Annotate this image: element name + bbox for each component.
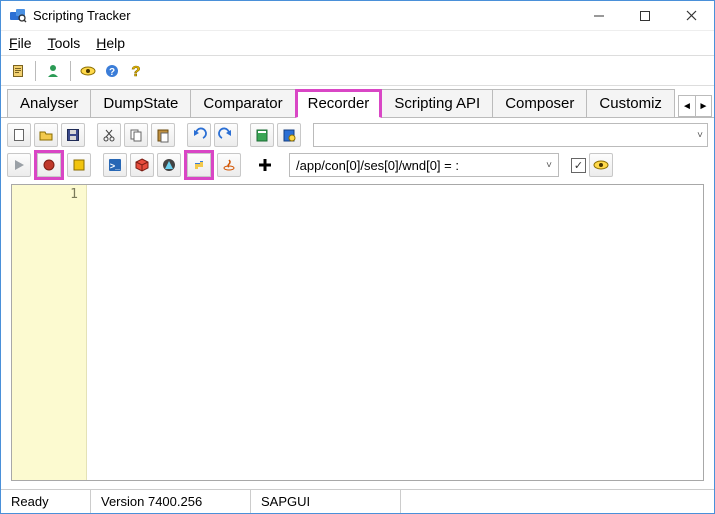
- app-icon: [9, 7, 27, 25]
- separator: [35, 61, 36, 81]
- window-controls: [576, 1, 714, 31]
- tab-comparator[interactable]: Comparator: [190, 89, 295, 117]
- eye-icon[interactable]: [589, 153, 613, 177]
- eye-icon[interactable]: [77, 60, 99, 82]
- cube-icon[interactable]: [130, 153, 154, 177]
- status-state: Ready: [1, 490, 91, 513]
- svg-text:?: ?: [131, 63, 140, 79]
- book-blue-icon[interactable]: [277, 123, 301, 147]
- editor[interactable]: [87, 185, 703, 480]
- tab-scripting-api[interactable]: Scripting API: [381, 89, 493, 117]
- chevron-down-icon: ˅: [546, 160, 552, 171]
- book-green-icon[interactable]: [250, 123, 274, 147]
- window-title: Scripting Tracker: [33, 8, 131, 23]
- svg-text:?: ?: [109, 67, 115, 78]
- top-toolbar: ? ?: [1, 56, 714, 86]
- tab-dumpstate[interactable]: DumpState: [90, 89, 191, 117]
- tab-scroll: ◄ ►: [678, 95, 712, 117]
- play-icon[interactable]: [7, 153, 31, 177]
- status-gui: SAPGUI: [251, 490, 401, 513]
- menu-help[interactable]: Help: [94, 33, 127, 53]
- recorder-toolbars: ˅ >_ /app/con[0]/ses[0]/wnd[0] = : ˅ ✓: [1, 118, 714, 178]
- tabbar: Analyser DumpState Comparator Recorder S…: [1, 86, 714, 118]
- menubar: File Tools Help: [1, 31, 714, 56]
- editor-area: 1: [11, 184, 704, 481]
- statusbar: Ready Version 7400.256 SAPGUI: [1, 489, 714, 513]
- menu-tools[interactable]: Tools: [46, 33, 83, 53]
- line-number: 1: [12, 187, 78, 202]
- cut-icon[interactable]: [97, 123, 121, 147]
- toolbar-row-1: ˅: [7, 122, 708, 148]
- record-icon[interactable]: [37, 153, 61, 177]
- tab-analyser[interactable]: Analyser: [7, 89, 91, 117]
- tab-composer[interactable]: Composer: [492, 89, 587, 117]
- user-icon[interactable]: [42, 60, 64, 82]
- svg-text:>_: >_: [110, 161, 121, 171]
- titlebar: Scripting Tracker: [1, 1, 714, 31]
- editor-gutter: 1: [12, 185, 87, 480]
- tab-recorder[interactable]: Recorder: [295, 89, 383, 118]
- tab-scroll-left-icon[interactable]: ◄: [679, 96, 695, 116]
- stop-icon[interactable]: [67, 153, 91, 177]
- minimize-button[interactable]: [576, 1, 622, 31]
- close-button[interactable]: [668, 1, 714, 31]
- toolbar-row-2: >_ /app/con[0]/ses[0]/wnd[0] = : ˅ ✓: [7, 152, 708, 178]
- help-question-icon[interactable]: ?: [125, 60, 147, 82]
- python-icon[interactable]: [187, 153, 211, 177]
- powershell-icon[interactable]: >_: [103, 153, 127, 177]
- paste-icon[interactable]: [151, 123, 175, 147]
- plus-icon[interactable]: [253, 153, 277, 177]
- status-version: Version 7400.256: [91, 490, 251, 513]
- open-icon[interactable]: [34, 123, 58, 147]
- status-blank: [401, 490, 714, 513]
- menu-file[interactable]: File: [7, 33, 34, 53]
- separator: [70, 61, 71, 81]
- recorder-top-combo[interactable]: ˅: [313, 123, 708, 147]
- path-value: /app/con[0]/ses[0]/wnd[0] = :: [296, 158, 459, 173]
- undo-icon[interactable]: [187, 123, 211, 147]
- path-combo[interactable]: /app/con[0]/ses[0]/wnd[0] = : ˅: [289, 153, 559, 177]
- chevron-down-icon: ˅: [697, 130, 703, 141]
- help-round-icon[interactable]: ?: [101, 60, 123, 82]
- redo-icon[interactable]: [214, 123, 238, 147]
- save-icon[interactable]: [61, 123, 85, 147]
- autoit-icon[interactable]: [157, 153, 181, 177]
- tab-scroll-right-icon[interactable]: ►: [695, 96, 711, 116]
- new-icon[interactable]: [7, 123, 31, 147]
- java-icon[interactable]: [217, 153, 241, 177]
- recorder-checkbox[interactable]: ✓: [571, 158, 586, 173]
- maximize-button[interactable]: [622, 1, 668, 31]
- copy-icon[interactable]: [124, 123, 148, 147]
- tab-customize[interactable]: Customiz: [586, 89, 675, 117]
- doc-icon[interactable]: [7, 60, 29, 82]
